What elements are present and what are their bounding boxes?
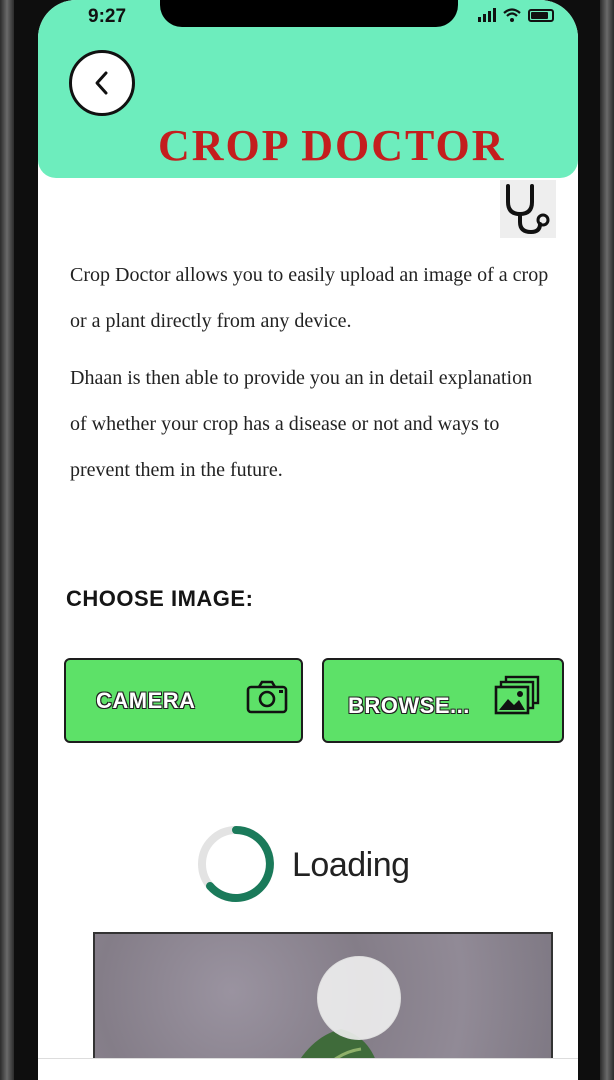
phone-notch [160,0,458,27]
loading-indicator: Loading [194,822,464,912]
camera-button[interactable]: CAMERA [64,658,303,743]
browse-button-label: BROWSE... [348,692,470,718]
stethoscope-badge [500,180,556,238]
loading-text: Loading [292,846,410,884]
wifi-icon [503,8,521,22]
app-screen: 9:27 CROP DOCTOR Crop Doctor allows you … [38,0,578,1080]
phone-bezel-right [600,0,614,1080]
signal-icon [478,8,496,22]
description-paragraph-2: Dhaan is then able to provide you an in … [70,367,533,481]
page-title: CROP DOCTOR [158,121,506,170]
app-header: 9:27 CROP DOCTOR [38,0,578,178]
description-paragraph-1: Crop Doctor allows you to easily upload … [70,264,549,332]
back-button[interactable] [69,50,135,116]
bottom-nav-bar [38,1058,578,1080]
status-icons [478,8,554,22]
choose-image-label: CHOOSE IMAGE: [66,586,254,611]
gallery-icon [494,675,540,715]
focus-circle [317,956,401,1040]
camera-icon [246,680,288,714]
stethoscope-icon [506,184,550,235]
phone-bezel-left [0,0,14,1080]
spinner-icon [198,826,274,902]
browse-button[interactable]: BROWSE... [322,658,564,743]
phone-frame: 9:27 CROP DOCTOR Crop Doctor allows you … [0,0,614,1080]
battery-icon [528,9,554,22]
camera-button-label: CAMERA [96,687,196,713]
status-time: 9:27 [88,6,127,27]
chevron-left-icon [95,71,108,95]
